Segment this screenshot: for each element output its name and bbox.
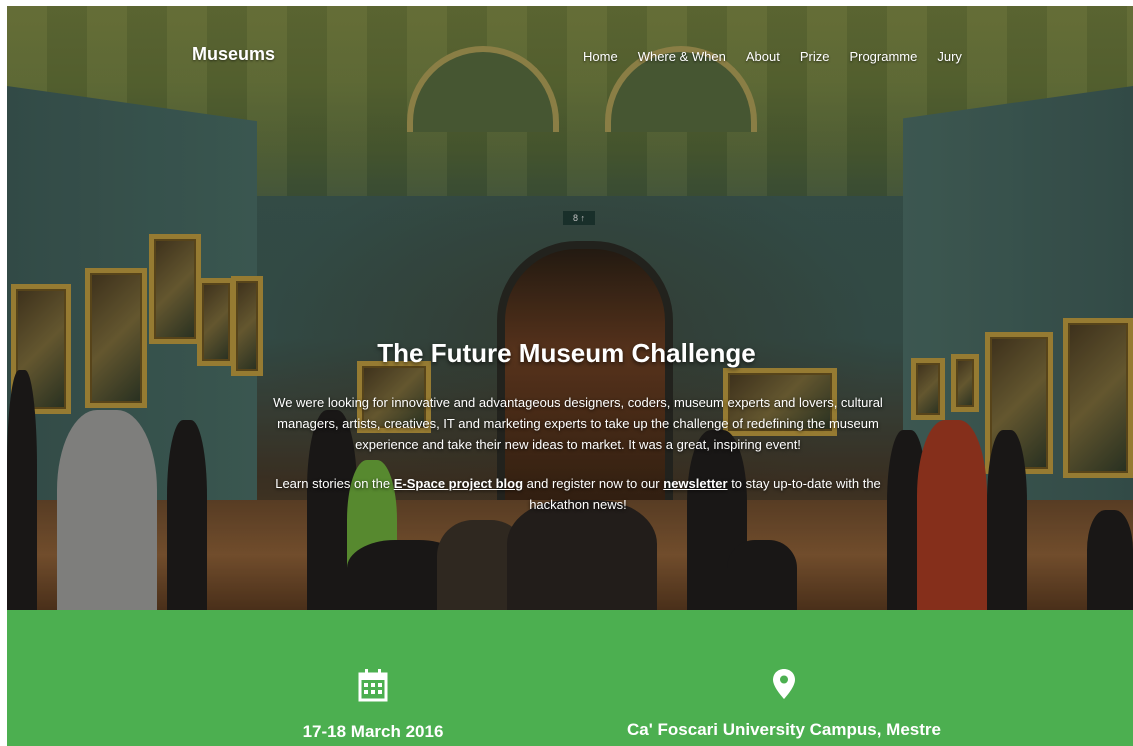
brand-logo[interactable]: Museums [192, 44, 275, 65]
event-info-band: 17-18 March 2016 Ca' Foscari University … [7, 610, 1133, 746]
event-date-text: 17-18 March 2016 [302, 722, 444, 741]
nav-item-programme: Programme [849, 48, 917, 66]
nav-item-where-when: Where & When [638, 48, 726, 66]
nav-link-home[interactable]: Home [583, 49, 618, 64]
hero-cta-middle: and register now to our [523, 476, 664, 491]
hero-overlay [7, 6, 1133, 610]
nav-link-programme[interactable]: Programme [849, 49, 917, 64]
map-marker-icon [773, 669, 795, 699]
calendar-icon [358, 669, 388, 702]
hero-description: We were looking for innovative and advan… [273, 395, 883, 452]
hero-section: 8 ↑ [7, 6, 1133, 610]
nav-link-about[interactable]: About [746, 49, 780, 64]
newsletter-link[interactable]: newsletter [663, 476, 727, 491]
nav-item-jury: Jury [937, 48, 962, 66]
event-date: 17-18 March 2016 [273, 610, 473, 742]
nav-item-prize: Prize [800, 48, 830, 66]
hero-cta-prefix: Learn stories on the [275, 476, 394, 491]
event-location: Ca' Foscari University Campus, Mestre [584, 610, 984, 740]
event-location-text: Ca' Foscari University Campus, Mestre [627, 720, 941, 739]
nav-link-prize[interactable]: Prize [800, 49, 830, 64]
main-nav: Home Where & When About Prize Programme … [583, 48, 962, 66]
nav-link-jury[interactable]: Jury [937, 49, 962, 64]
hero-title: The Future Museum Challenge [377, 338, 756, 368]
espace-blog-link[interactable]: E-Space project blog [394, 476, 523, 491]
nav-item-home: Home [583, 48, 618, 66]
hero-cta-text: Learn stories on the E-Space project blo… [248, 473, 908, 515]
nav-link-where-when[interactable]: Where & When [638, 49, 726, 64]
nav-item-about: About [746, 48, 780, 66]
page: 8 ↑ Museums Home Where & When About Priz… [0, 0, 1133, 746]
